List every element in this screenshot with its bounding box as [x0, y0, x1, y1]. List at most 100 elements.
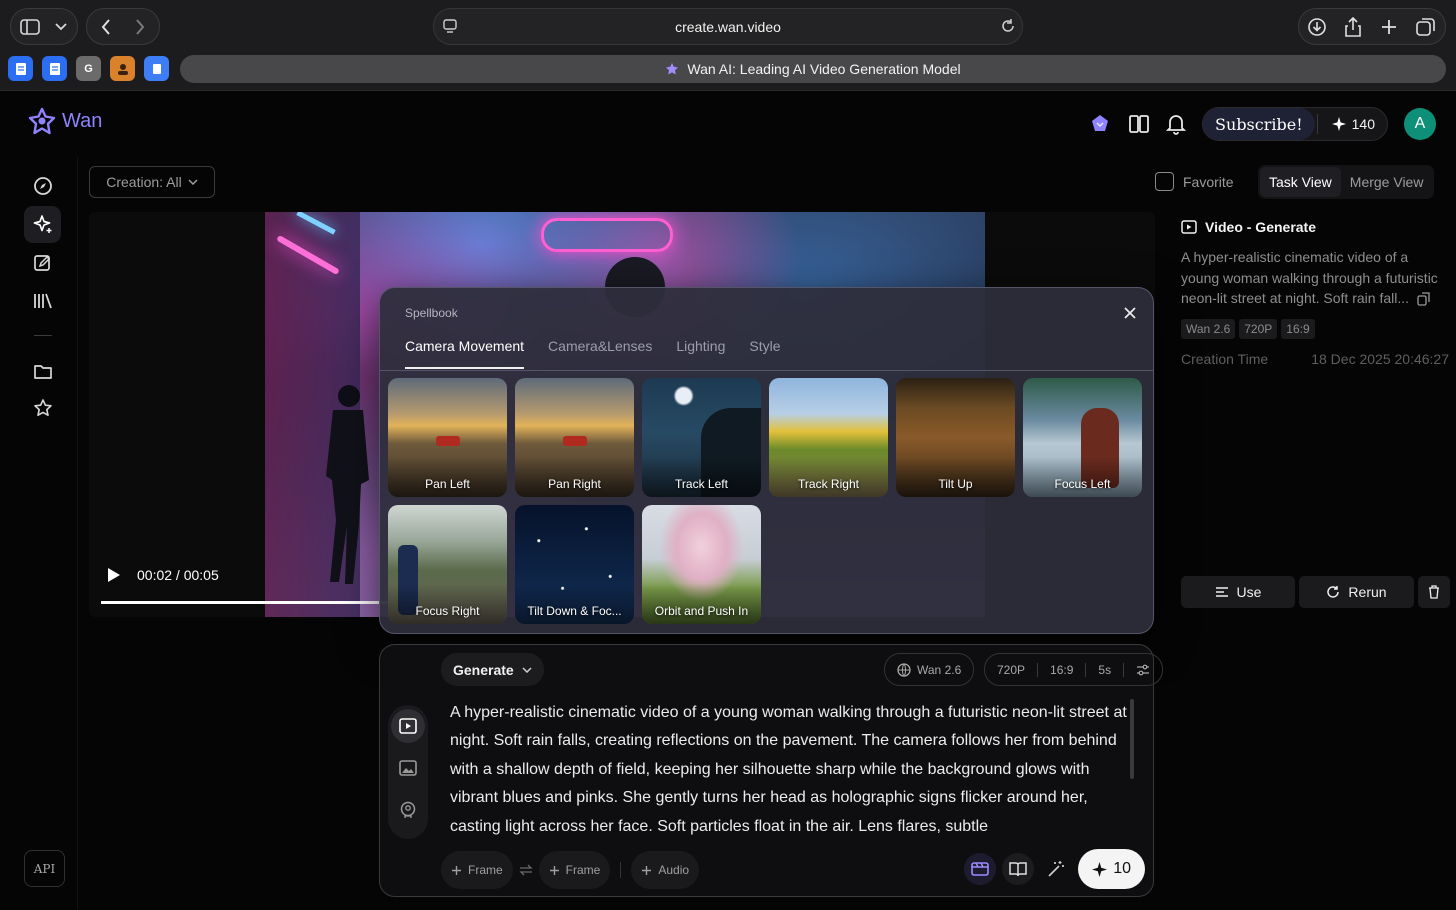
credits-counter[interactable]: 140	[1316, 114, 1375, 134]
plus-icon	[641, 865, 652, 876]
spell-card-label: Track Right	[798, 477, 859, 491]
resolution-value: 720P	[997, 662, 1026, 677]
use-button[interactable]: Use	[1181, 576, 1295, 608]
sidebar-item-library[interactable]	[24, 282, 61, 319]
browser-actions	[1298, 8, 1446, 45]
favorite-doc-icon[interactable]	[144, 56, 169, 81]
spell-card-pan-left[interactable]: Pan Left	[388, 378, 507, 497]
ratio-value: 16:9	[1050, 662, 1074, 677]
spellbook-divider	[380, 370, 1153, 371]
subscribe-button[interactable]: Subscribe!	[1203, 108, 1315, 140]
sidebar-toggle-group[interactable]	[10, 8, 78, 45]
close-icon[interactable]	[1121, 304, 1139, 322]
book-icon[interactable]	[1128, 114, 1150, 134]
copy-icon[interactable]	[1417, 292, 1431, 306]
playback-progress-bar[interactable]	[101, 601, 401, 604]
tab-lighting[interactable]: Lighting	[676, 338, 725, 369]
spell-card-orbit-push-in[interactable]: Orbit and Push In	[642, 505, 761, 624]
globe-icon	[897, 662, 911, 677]
bell-icon[interactable]	[1166, 113, 1187, 135]
sparkle-create-icon	[33, 214, 53, 235]
favorite-g-icon[interactable]: G	[76, 56, 101, 81]
creation-time-value: 18 Dec 2025 20:46:27	[1311, 350, 1449, 367]
spell-card-tilt-up[interactable]: Tilt Up	[896, 378, 1015, 497]
chevron-down-icon[interactable]	[53, 19, 69, 35]
play-icon[interactable]	[107, 567, 121, 583]
compass-icon	[33, 176, 53, 196]
subscription-box: Subscribe! 140	[1202, 107, 1388, 141]
favorite-avatar-icon[interactable]	[110, 56, 135, 81]
sidebar-item-assets[interactable]	[24, 352, 61, 389]
delete-button[interactable]	[1418, 576, 1450, 608]
generate-mode-dropdown[interactable]: Generate	[441, 653, 544, 686]
spell-card-tilt-down-focus[interactable]: Tilt Down & Foc...	[515, 505, 634, 624]
sidebar-item-explore[interactable]	[24, 167, 61, 204]
image-mode-icon[interactable]	[391, 751, 425, 785]
tag-model: Wan 2.6	[1181, 318, 1236, 339]
active-tab[interactable]: Wan AI: Leading AI Video Generation Mode…	[180, 55, 1446, 83]
gem-icon[interactable]	[1088, 112, 1112, 136]
settings-sliders-icon	[1136, 664, 1150, 676]
downloads-icon[interactable]	[1307, 17, 1327, 37]
share-icon[interactable]	[1343, 16, 1363, 38]
app: Wan Subscribe! 140 A API Creation: All F…	[0, 91, 1456, 910]
tab-camera-lenses[interactable]: Camera&Lenses	[548, 338, 652, 369]
favorite-docs-icon[interactable]	[8, 56, 33, 81]
sidebar-item-create[interactable]	[24, 206, 61, 243]
spell-card-focus-left[interactable]: Focus Left	[1023, 378, 1142, 497]
prompt-scrollbar[interactable]	[1130, 699, 1134, 779]
back-icon[interactable]	[97, 18, 115, 36]
tab-merge-view[interactable]: Merge View	[1341, 167, 1433, 197]
sidebar-item-edit[interactable]	[24, 244, 61, 281]
sidebar-item-favorites[interactable]	[24, 389, 61, 426]
spellbook-title: Spellbook	[405, 306, 458, 320]
tab-style[interactable]: Style	[749, 338, 780, 369]
reload-icon[interactable]	[1000, 18, 1016, 34]
history-nav	[86, 8, 160, 45]
spell-card-pan-right[interactable]: Pan Right	[515, 378, 634, 497]
spell-card-label: Focus Right	[415, 604, 480, 618]
add-end-frame-button[interactable]: Frame	[538, 851, 611, 889]
page-menu-icon[interactable]	[442, 18, 458, 34]
video-mode-icon[interactable]	[391, 709, 425, 743]
spellbook-icon[interactable]	[1002, 853, 1035, 885]
favorite-docs-icon[interactable]	[42, 56, 67, 81]
favorite-checkbox[interactable]	[1155, 172, 1174, 191]
address-bar[interactable]: create.wan.video	[433, 8, 1023, 45]
input-mode-switcher	[388, 705, 428, 839]
forward-icon[interactable]	[131, 18, 149, 36]
brand-logo[interactable]: Wan	[28, 107, 102, 135]
add-audio-button[interactable]: Audio	[631, 851, 700, 889]
magic-wand-icon[interactable]	[1040, 853, 1072, 885]
rerun-button[interactable]: Rerun	[1299, 576, 1414, 608]
tab-camera-movement[interactable]: Camera Movement	[405, 338, 525, 369]
frame-label: Frame	[565, 863, 601, 877]
new-tab-icon[interactable]	[1379, 17, 1399, 37]
creation-filter-dropdown[interactable]: Creation: All	[89, 166, 215, 198]
plus-icon	[549, 865, 560, 876]
api-button[interactable]: API	[24, 850, 65, 887]
add-start-frame-button[interactable]: Frame	[441, 851, 513, 889]
sidebar-toggle-icon[interactable]	[19, 17, 41, 37]
storyboard-icon[interactable]	[964, 853, 997, 885]
spell-card-track-left[interactable]: Track Left	[642, 378, 761, 497]
task-detail-panel: Video - Generate A hyper-realistic cinem…	[1181, 219, 1449, 367]
avatar-mode-icon[interactable]	[391, 793, 425, 827]
spell-card-track-right[interactable]: Track Right	[769, 378, 888, 497]
tab-overview-icon[interactable]	[1415, 17, 1437, 37]
generate-button[interactable]: 10	[1078, 849, 1145, 889]
avatar[interactable]: A	[1404, 108, 1436, 140]
swap-frames-icon[interactable]	[519, 864, 533, 876]
header-actions: Subscribe! 140 A	[1088, 107, 1436, 141]
view-switcher: Task View Merge View	[1258, 165, 1435, 199]
sidebar-divider	[34, 335, 52, 336]
favorite-filter[interactable]: Favorite	[1155, 172, 1234, 191]
output-settings[interactable]: 720P 16:9 5s	[984, 653, 1164, 686]
tag-resolution: 720P	[1239, 318, 1278, 339]
task-description-text: A hyper-realistic cinematic video of a y…	[1181, 249, 1438, 306]
prompt-textarea[interactable]: A hyper-realistic cinematic video of a y…	[450, 699, 1130, 839]
spell-card-focus-right[interactable]: Focus Right	[388, 505, 507, 624]
tab-task-view[interactable]: Task View	[1260, 167, 1341, 197]
audio-label: Audio	[658, 863, 690, 877]
model-selector[interactable]: Wan 2.6	[884, 653, 975, 686]
